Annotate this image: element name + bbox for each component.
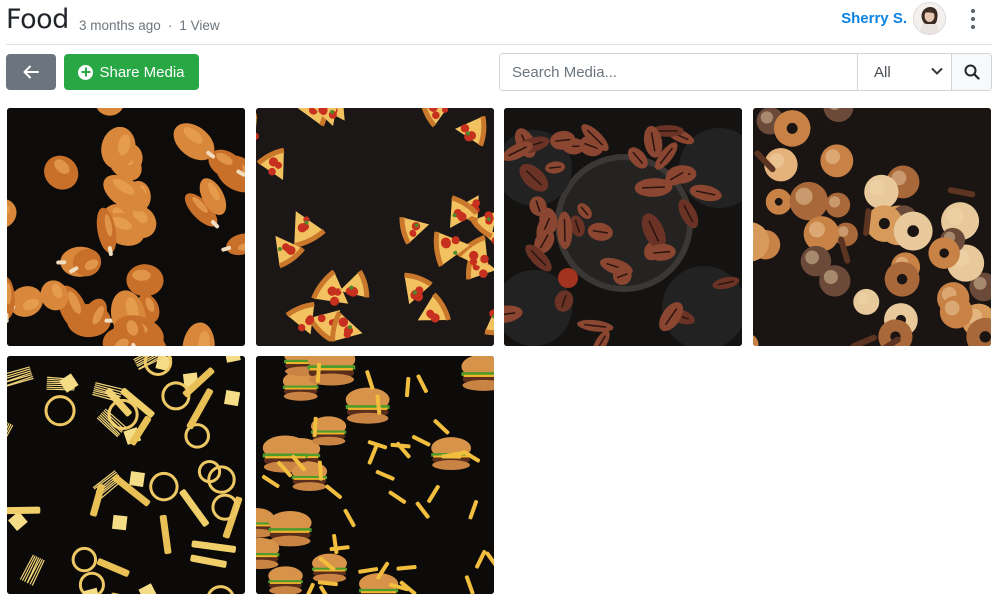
page-header: Food 3 months ago · 1 View Sherry S. xyxy=(0,0,1002,44)
header-divider xyxy=(6,44,992,45)
pizza-slices-thumbnail[interactable] xyxy=(256,108,494,346)
page-title: Food xyxy=(6,4,69,35)
media-filter-select[interactable]: All xyxy=(857,54,951,90)
search-button[interactable] xyxy=(951,54,991,90)
grilled-meat-thumbnail[interactable] xyxy=(504,108,742,346)
magnifier-icon xyxy=(964,64,980,80)
chevron-down-icon xyxy=(931,66,943,78)
view-count: 1 View xyxy=(179,18,220,33)
burgers-fries-thumbnail[interactable] xyxy=(256,356,494,594)
time-ago: 3 months ago xyxy=(79,18,161,33)
share-media-button[interactable]: Share Media xyxy=(64,54,199,90)
meta-separator: · xyxy=(167,18,173,33)
page-meta: 3 months ago · 1 View xyxy=(79,18,220,33)
pastries-thumbnail[interactable] xyxy=(753,108,991,346)
filter-selected-value: All xyxy=(874,63,891,81)
fried-chicken-thumbnail[interactable] xyxy=(7,108,245,346)
more-options-icon[interactable] xyxy=(964,7,982,31)
avatar[interactable] xyxy=(913,2,946,35)
plus-circle-icon xyxy=(78,64,94,80)
search-input[interactable] xyxy=(500,54,857,90)
share-media-label: Share Media xyxy=(99,63,185,81)
arrow-left-icon xyxy=(23,65,39,79)
pasta-thumbnail[interactable] xyxy=(7,356,245,594)
user-name-link[interactable]: Sherry S. xyxy=(841,10,907,27)
back-button[interactable] xyxy=(6,54,56,90)
search-group: All xyxy=(499,53,992,91)
